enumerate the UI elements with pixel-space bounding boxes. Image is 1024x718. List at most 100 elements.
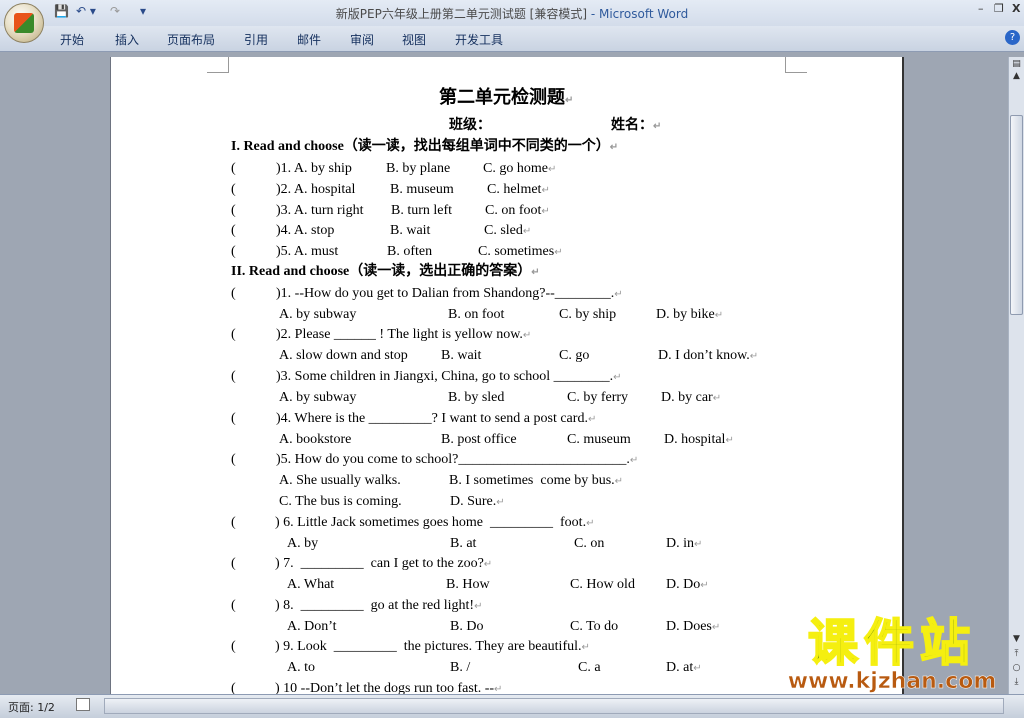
restore-button[interactable]: ❐ — [994, 2, 1004, 15]
tab-page-layout[interactable]: 页面布局 — [167, 31, 215, 48]
option-b: B. How — [446, 577, 490, 592]
question-item: )3. A. turn right — [276, 203, 364, 218]
paragraph-mark: ↵ — [614, 289, 623, 300]
option-d: D. by bike↵ — [656, 307, 724, 322]
paragraph-mark: ↵ — [700, 580, 709, 591]
tab-view[interactable]: 视图 — [402, 31, 426, 48]
scroll-up-button[interactable]: ▲ — [1009, 71, 1024, 81]
answer-paren: ( — [231, 515, 236, 530]
vertical-scrollbar[interactable]: ▤ ▲ ▼ ⤒ ○ ⤓ — [1008, 57, 1024, 694]
proofing-icon[interactable] — [76, 698, 90, 711]
tab-developer[interactable]: 开发工具 — [455, 31, 503, 48]
answer-paren: ( — [231, 639, 236, 654]
option-b: B. Do — [450, 619, 484, 634]
option-c: C. by ship — [559, 307, 617, 322]
paragraph-mark: ↵ — [554, 247, 563, 258]
paragraph-mark: ↵ — [531, 267, 540, 278]
answer-paren: ( — [231, 369, 236, 384]
option-a: A. What — [287, 577, 335, 592]
tab-mailings[interactable]: 邮件 — [297, 31, 321, 48]
paragraph-mark: ↵ — [714, 310, 724, 321]
option-b: B. wait — [441, 348, 482, 363]
paragraph-mark: ↵ — [587, 414, 597, 425]
paragraph-mark: ↵ — [483, 559, 493, 570]
option-a: A. by subway — [279, 390, 357, 405]
answer-paren: ( — [231, 203, 236, 218]
paragraph-mark: ↵ — [725, 435, 734, 446]
tab-insert[interactable]: 插入 — [115, 31, 139, 48]
paragraph-mark: ↵ — [693, 663, 702, 674]
option-d: D. Sure.↵ — [450, 494, 505, 509]
ruler-toggle-icon[interactable]: ▤ — [1009, 59, 1024, 69]
document-page[interactable]: 第二单元检测题↵ 班级： 姓名：↵ I. Read and choose（读一读… — [110, 57, 904, 697]
window-title: 新版PEP六年级上册第二单元测试题 [兼容模式] - Microsoft Wor… — [0, 5, 1024, 22]
answer-paren: ( — [231, 182, 236, 197]
option-b: B. by plane — [386, 161, 451, 176]
question-item: )5. A. must — [276, 244, 339, 259]
question-item: ) 9. Look _________ the pictures. They a… — [275, 639, 590, 654]
question-item: ) 6. Little Jack sometimes goes home ___… — [275, 515, 595, 530]
question-item: )1. A. by ship — [276, 161, 352, 176]
document-title: 第二单元检测题↵ — [439, 87, 574, 107]
option-b: B. / — [450, 660, 471, 675]
status-bar: 页面: 1/2 — [0, 694, 1024, 718]
paragraph-mark: ↵ — [629, 455, 639, 466]
tab-references[interactable]: 引用 — [244, 31, 268, 48]
option-b: B. I sometimes come by bus.↵ — [449, 473, 624, 488]
option-b: B. often — [387, 244, 433, 259]
paragraph-mark: ↵ — [749, 351, 759, 362]
crop-mark — [207, 57, 229, 73]
option-a: A. to — [287, 660, 315, 675]
option-b: B. on foot — [448, 307, 505, 322]
paragraph-mark: ↵ — [547, 164, 557, 175]
horizontal-scrollbar[interactable] — [104, 698, 1004, 714]
tab-home[interactable]: 开始 — [60, 31, 84, 48]
option-d: D. by car↵ — [661, 390, 722, 405]
ribbon-tabs: 开始 插入 页面布局 引用 邮件 审阅 视图 开发工具 ? — [0, 26, 1024, 52]
document-name: 新版PEP六年级上册第二单元测试题 [兼容模式] — [335, 7, 587, 21]
section-heading: I. Read and choose（读一读，找出每组单词中不同类的一个）↵ — [231, 139, 619, 154]
option-c: C. a — [578, 660, 601, 675]
title-bar: 💾 ↶ ▾ ↷ ▾ 新版PEP六年级上册第二单元测试题 [兼容模式] - Mic… — [0, 0, 1024, 26]
answer-paren: ( — [231, 286, 236, 301]
answer-paren: ( — [231, 598, 236, 613]
option-a: A. She usually walks. — [279, 473, 401, 488]
answer-paren: ( — [231, 452, 236, 467]
option-a: A. slow down and stop — [279, 348, 408, 363]
question-item: )4. A. stop — [276, 223, 335, 238]
option-b: B. post office — [441, 432, 517, 447]
paragraph-mark: ↵ — [541, 185, 550, 196]
crop-mark — [785, 57, 807, 73]
option-b: B. museum — [390, 182, 454, 197]
paragraph-mark: ↵ — [474, 601, 483, 612]
question-item: )2. Please ______ ! The light is yellow … — [276, 327, 532, 342]
answer-paren: ( — [231, 556, 236, 571]
option-d: D. in↵ — [666, 536, 703, 551]
answer-paren: ( — [231, 223, 236, 238]
paragraph-mark: ↵ — [522, 330, 532, 341]
close-button[interactable]: X — [1012, 2, 1020, 15]
question-item: ) 7. _________ can I get to the zoo?↵ — [275, 556, 493, 571]
option-d: D. Do↵ — [666, 577, 709, 592]
page-count[interactable]: 页面: 1/2 — [8, 699, 55, 715]
answer-paren: ( — [231, 411, 236, 426]
question-item: )3. Some children in Jiangxi, China, go … — [276, 369, 622, 384]
section-heading: II. Read and choose（读一读，选出正确的答案）↵ — [231, 264, 540, 279]
option-a: A. Don’t — [287, 619, 337, 634]
option-d: D. Does↵ — [666, 619, 721, 634]
answer-paren: ( — [231, 161, 236, 176]
paragraph-mark: ↵ — [522, 226, 532, 237]
answer-paren: ( — [231, 244, 236, 259]
minimize-button[interactable]: – — [978, 2, 984, 15]
option-c: C. The bus is coming. — [279, 494, 402, 509]
tab-review[interactable]: 审阅 — [350, 31, 374, 48]
option-c: C. by ferry — [567, 390, 629, 405]
scroll-thumb[interactable] — [1010, 115, 1023, 315]
help-icon[interactable]: ? — [1005, 30, 1020, 45]
office-button[interactable] — [4, 3, 44, 43]
class-label: 班级： — [449, 118, 491, 133]
paragraph-mark: ↵ — [541, 206, 550, 217]
option-c: C. sled↵ — [484, 223, 532, 238]
paragraph-mark: ↵ — [613, 372, 622, 383]
office-logo-icon — [14, 13, 34, 33]
